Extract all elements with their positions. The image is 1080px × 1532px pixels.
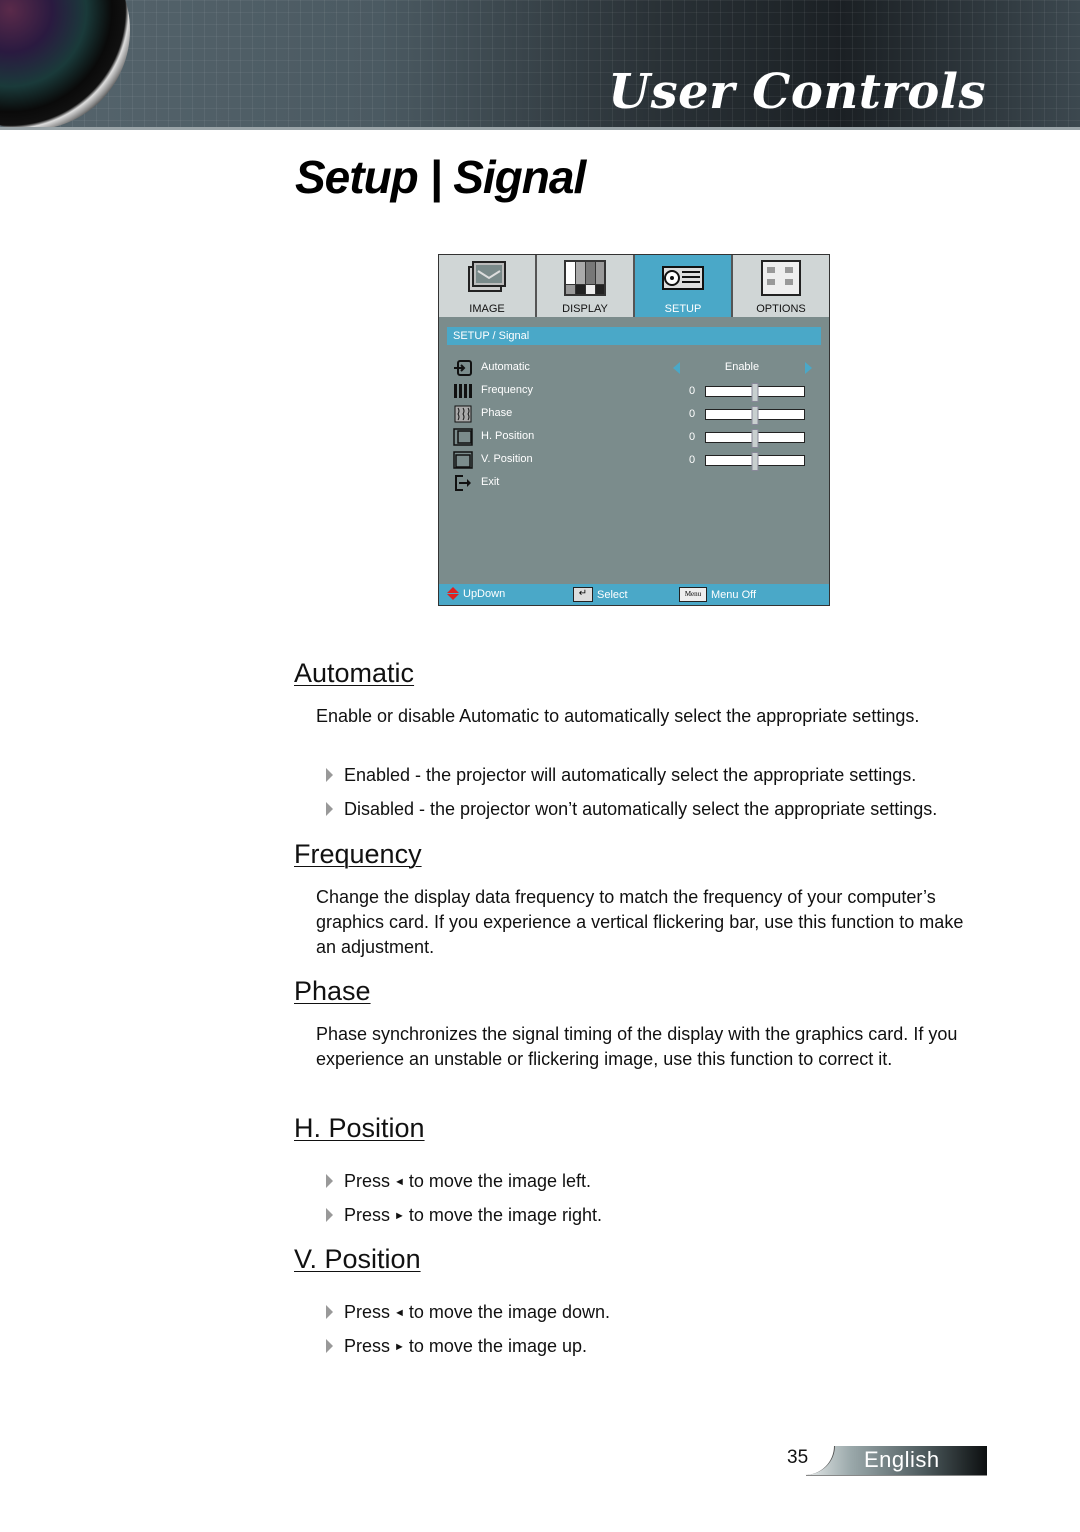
- input-icon: [454, 360, 472, 376]
- menu-item-label: Phase: [481, 407, 513, 419]
- hint-menu-off: Menu Menu Off: [679, 587, 756, 602]
- enter-key-icon: ↵: [573, 587, 593, 602]
- bullet-arrow-icon: [326, 768, 333, 782]
- phase-slider[interactable]: [705, 406, 805, 425]
- menu-item-exit[interactable]: Exit: [439, 473, 829, 496]
- automatic-value: Enable: [724, 361, 760, 373]
- osd-tab-bar: IMAGE DISPLAY SETUP OPTIONS: [439, 255, 829, 317]
- osd-menu: IMAGE DISPLAY SETUP OPTIONS SETUP / Sign…: [438, 254, 830, 606]
- list-item: Press ◄ to move the image left.: [326, 1170, 591, 1193]
- menu-item-v-position[interactable]: V. Position 0: [439, 450, 829, 473]
- menu-item-h-position[interactable]: H. Position 0: [439, 427, 829, 450]
- heading-automatic: Automatic: [294, 658, 415, 688]
- image-icon: [468, 261, 506, 292]
- frequency-description: Change the display data frequency to mat…: [316, 887, 964, 957]
- bullet-arrow-icon: [326, 1174, 333, 1188]
- frequency-value: 0: [689, 385, 696, 397]
- bullet-arrow-icon: [326, 1339, 333, 1353]
- menu-item-label: V. Position: [481, 453, 533, 465]
- left-arrow-key-icon: ◄: [394, 1176, 405, 1188]
- right-arrow-key-icon: ►: [394, 1210, 405, 1222]
- phase-icon: [454, 405, 472, 423]
- hint-select: ↵ Select: [573, 587, 628, 602]
- hint-updown: UpDown: [447, 587, 505, 601]
- tab-image[interactable]: IMAGE: [439, 255, 537, 317]
- right-arrow-key-icon: ►: [394, 1341, 405, 1353]
- page-number: 35: [787, 1447, 809, 1468]
- page-title: Setup | Signal: [295, 151, 586, 203]
- bullet-arrow-icon: [326, 1305, 333, 1319]
- menu-item-automatic[interactable]: Automatic Enable: [439, 358, 829, 381]
- list-item: Press ► to move the image right.: [326, 1204, 602, 1227]
- section-title: User Controls: [608, 64, 986, 120]
- slider-thumb[interactable]: [751, 452, 759, 471]
- menu-item-label: Exit: [481, 476, 500, 488]
- header-banner: User Controls: [0, 0, 1080, 130]
- v-position-value: 0: [689, 454, 696, 466]
- menu-item-label: H. Position: [481, 430, 535, 442]
- hint-label: UpDown: [463, 588, 506, 600]
- tab-label: DISPLAY: [562, 303, 608, 315]
- projector-icon: [662, 266, 704, 290]
- display-icon: [564, 260, 606, 296]
- slider-thumb[interactable]: [751, 406, 759, 425]
- updown-arrows-icon: [447, 587, 459, 601]
- tab-display[interactable]: DISPLAY: [537, 255, 635, 317]
- list-item: Disabled - the projector won’t automatic…: [326, 798, 937, 820]
- slider-thumb[interactable]: [751, 429, 759, 448]
- automatic-description: Enable or disable Automatic to automatic…: [316, 706, 920, 726]
- frequency-slider[interactable]: [705, 383, 805, 402]
- v-position-icon: [453, 451, 473, 469]
- heading-frequency: Frequency: [294, 839, 422, 869]
- menu-item-frequency[interactable]: Frequency 0: [439, 381, 829, 404]
- phase-value: 0: [689, 408, 696, 420]
- menu-key-icon: Menu: [679, 587, 707, 602]
- list-item: Enabled - the projector will automatical…: [326, 764, 916, 786]
- exit-icon: [455, 475, 471, 491]
- heading-h-position: H. Position: [294, 1113, 425, 1143]
- frequency-icon: [454, 384, 472, 398]
- menu-item-phase[interactable]: Phase 0: [439, 404, 829, 427]
- h-position-value: 0: [689, 431, 696, 443]
- tab-label: IMAGE: [469, 303, 505, 315]
- phase-description: Phase synchronizes the signal timing of …: [316, 1024, 958, 1069]
- list-item: Press ► to move the image up.: [326, 1335, 587, 1358]
- h-position-slider[interactable]: [705, 429, 805, 448]
- language-label: English: [864, 1447, 940, 1472]
- tab-label: SETUP: [664, 303, 702, 315]
- hint-label: Menu Off: [711, 588, 757, 601]
- tab-label: OPTIONS: [756, 303, 806, 315]
- h-position-icon: [453, 428, 473, 446]
- arrow-right-icon[interactable]: [805, 362, 812, 374]
- osd-breadcrumb: SETUP / Signal: [447, 327, 821, 345]
- tab-options[interactable]: OPTIONS: [733, 255, 829, 317]
- left-arrow-key-icon: ◄: [394, 1307, 405, 1319]
- menu-item-label: Frequency: [481, 384, 533, 396]
- osd-menu-list: Automatic Enable Frequency 0 Phase 0 H. …: [439, 358, 829, 496]
- slider-thumb[interactable]: [751, 383, 759, 402]
- list-item: Press ◄ to move the image down.: [326, 1301, 610, 1324]
- footer-curve-decoration: [804, 1446, 835, 1475]
- osd-footer: UpDown ↵ Select Menu Menu Off: [439, 584, 829, 605]
- banner-divider: [0, 127, 1080, 130]
- arrow-left-icon[interactable]: [673, 362, 680, 374]
- heading-v-position: V. Position: [294, 1244, 421, 1274]
- menu-item-label: Automatic: [481, 361, 530, 373]
- bullet-arrow-icon: [326, 1208, 333, 1222]
- v-position-slider[interactable]: [705, 452, 805, 471]
- bullet-arrow-icon: [326, 802, 333, 816]
- options-icon: [761, 260, 801, 296]
- tab-setup[interactable]: SETUP: [635, 255, 733, 317]
- heading-phase: Phase: [294, 976, 371, 1006]
- hint-label: Select: [597, 588, 628, 601]
